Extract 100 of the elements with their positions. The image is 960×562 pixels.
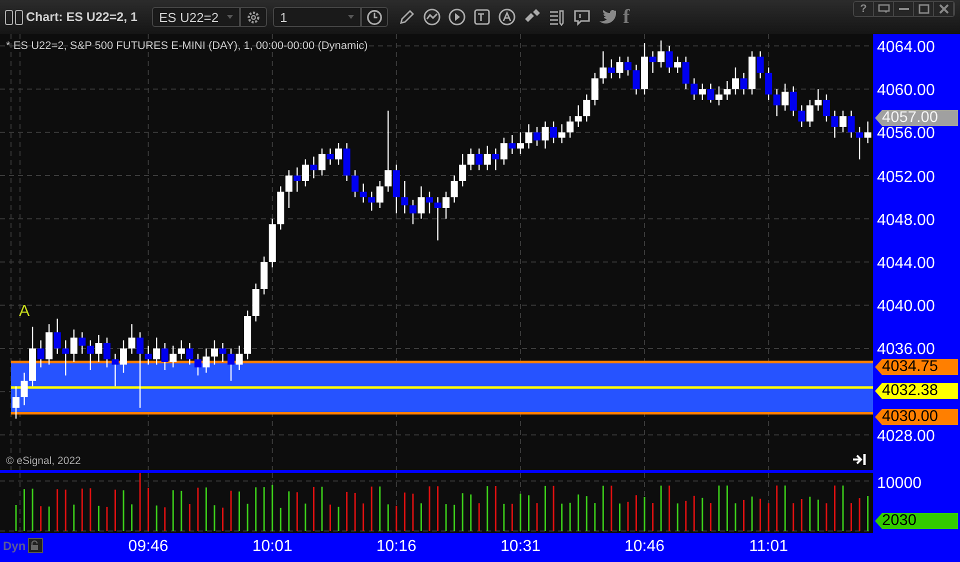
candlestick — [715, 86, 722, 106]
price-label: 4040.00 — [877, 300, 935, 314]
close-icon — [938, 4, 950, 14]
price-label: 4048.00 — [877, 214, 935, 228]
clock-button[interactable] — [361, 7, 388, 27]
candlestick — [658, 40, 665, 68]
copyright-text: © eSignal, 2022 — [6, 455, 81, 467]
bird-icon[interactable] — [598, 8, 616, 26]
price-tag: 4032.38 — [875, 383, 958, 399]
maximize-icon — [918, 4, 930, 14]
candlestick — [20, 372, 28, 406]
price-label: 4044.00 — [877, 256, 935, 271]
candlestick — [12, 386, 20, 420]
candlestick — [566, 116, 574, 138]
candlestick — [583, 94, 590, 122]
close-button[interactable] — [934, 2, 954, 16]
candlestick — [302, 158, 309, 187]
candlestick — [674, 56, 682, 74]
price-label: 4028.00 — [877, 430, 935, 444]
candlestick — [401, 180, 408, 214]
interval-field[interactable]: 1 — [273, 7, 361, 27]
window-title: Chart: ES U22=2, 1 — [26, 10, 139, 24]
volume-label: 10000 — [877, 477, 922, 491]
settings-button[interactable] — [240, 7, 267, 27]
time-label: 09:46 — [128, 538, 168, 556]
candlestick — [698, 83, 706, 101]
candlestick — [516, 132, 524, 155]
time-label: 10:31 — [500, 538, 540, 556]
candlestick — [814, 88, 822, 112]
time-label: 11:01 — [749, 538, 788, 556]
price-label: 4036.00 — [877, 343, 935, 358]
candlestick — [442, 191, 450, 220]
candlestick — [525, 124, 532, 150]
candlestick — [864, 120, 872, 144]
candlestick — [765, 66, 772, 101]
candlestick — [285, 170, 292, 209]
candlestick — [153, 337, 160, 366]
candlestick — [782, 83, 789, 112]
candlestick — [335, 142, 342, 166]
price-tag: 4030.00 — [875, 409, 958, 425]
comment-icon[interactable] — [573, 8, 591, 26]
candlestick — [500, 137, 508, 166]
candlestick — [202, 348, 210, 374]
minimize-button[interactable] — [894, 2, 914, 16]
maximize-button[interactable] — [914, 2, 934, 16]
candlestick — [558, 124, 566, 144]
candlestick — [574, 104, 582, 128]
candlestick — [600, 50, 607, 84]
pencil-icon[interactable] — [398, 8, 416, 26]
gear-icon — [245, 8, 262, 26]
candlestick — [450, 174, 458, 204]
candlestick — [616, 56, 624, 79]
candlestick — [360, 183, 367, 204]
price-label: 4052.00 — [877, 170, 935, 185]
lock-button[interactable] — [28, 538, 43, 553]
candlestick — [210, 340, 218, 366]
candlestick — [459, 153, 466, 187]
play-icon[interactable] — [448, 8, 466, 26]
help-button[interactable]: ? — [854, 2, 874, 16]
time-label: 10:01 — [252, 538, 292, 556]
candlestick — [542, 120, 549, 150]
caret-icon — [348, 15, 354, 19]
price-tag: 4057.00 — [875, 110, 958, 126]
minimize-icon — [898, 8, 908, 10]
lock-icon — [30, 540, 41, 551]
clock-icon — [366, 8, 383, 26]
list-pencil-icon[interactable] — [548, 8, 566, 26]
price-tag: 4034.75 — [875, 359, 958, 375]
caret-icon — [227, 15, 233, 19]
facebook-link[interactable]: f — [623, 8, 630, 26]
chart-marker: A — [19, 304, 30, 320]
candlestick — [840, 110, 846, 133]
price-label: 4056.00 — [877, 127, 935, 142]
candlestick — [376, 180, 384, 209]
candlestick — [418, 186, 425, 220]
candlestick — [384, 110, 392, 192]
dock-button[interactable] — [874, 2, 894, 16]
letter-circle-icon[interactable] — [498, 8, 516, 26]
candlestick — [95, 334, 102, 363]
candlestick — [732, 66, 739, 96]
time-label: 10:16 — [376, 538, 416, 556]
text-icon[interactable] — [473, 8, 491, 26]
candlestick — [70, 328, 78, 363]
candlestick — [724, 80, 731, 101]
price-label: 4064.00 — [877, 40, 935, 55]
layout-icon[interactable] — [5, 10, 23, 24]
price-label: 4060.00 — [877, 84, 935, 98]
candlestick — [128, 324, 136, 354]
dock-icon — [878, 4, 890, 14]
candlestick — [120, 340, 128, 374]
candlestick — [318, 148, 326, 176]
candlestick — [467, 148, 474, 171]
line-chart-icon[interactable] — [423, 8, 441, 26]
symbol-field[interactable]: ES U22=2 — [152, 7, 240, 27]
candlestick — [178, 340, 185, 360]
candlestick — [806, 99, 814, 128]
scroll-to-end-icon[interactable] — [852, 453, 867, 466]
candlestick — [484, 145, 491, 171]
candlestick — [352, 170, 359, 198]
candlestick — [236, 345, 243, 371]
